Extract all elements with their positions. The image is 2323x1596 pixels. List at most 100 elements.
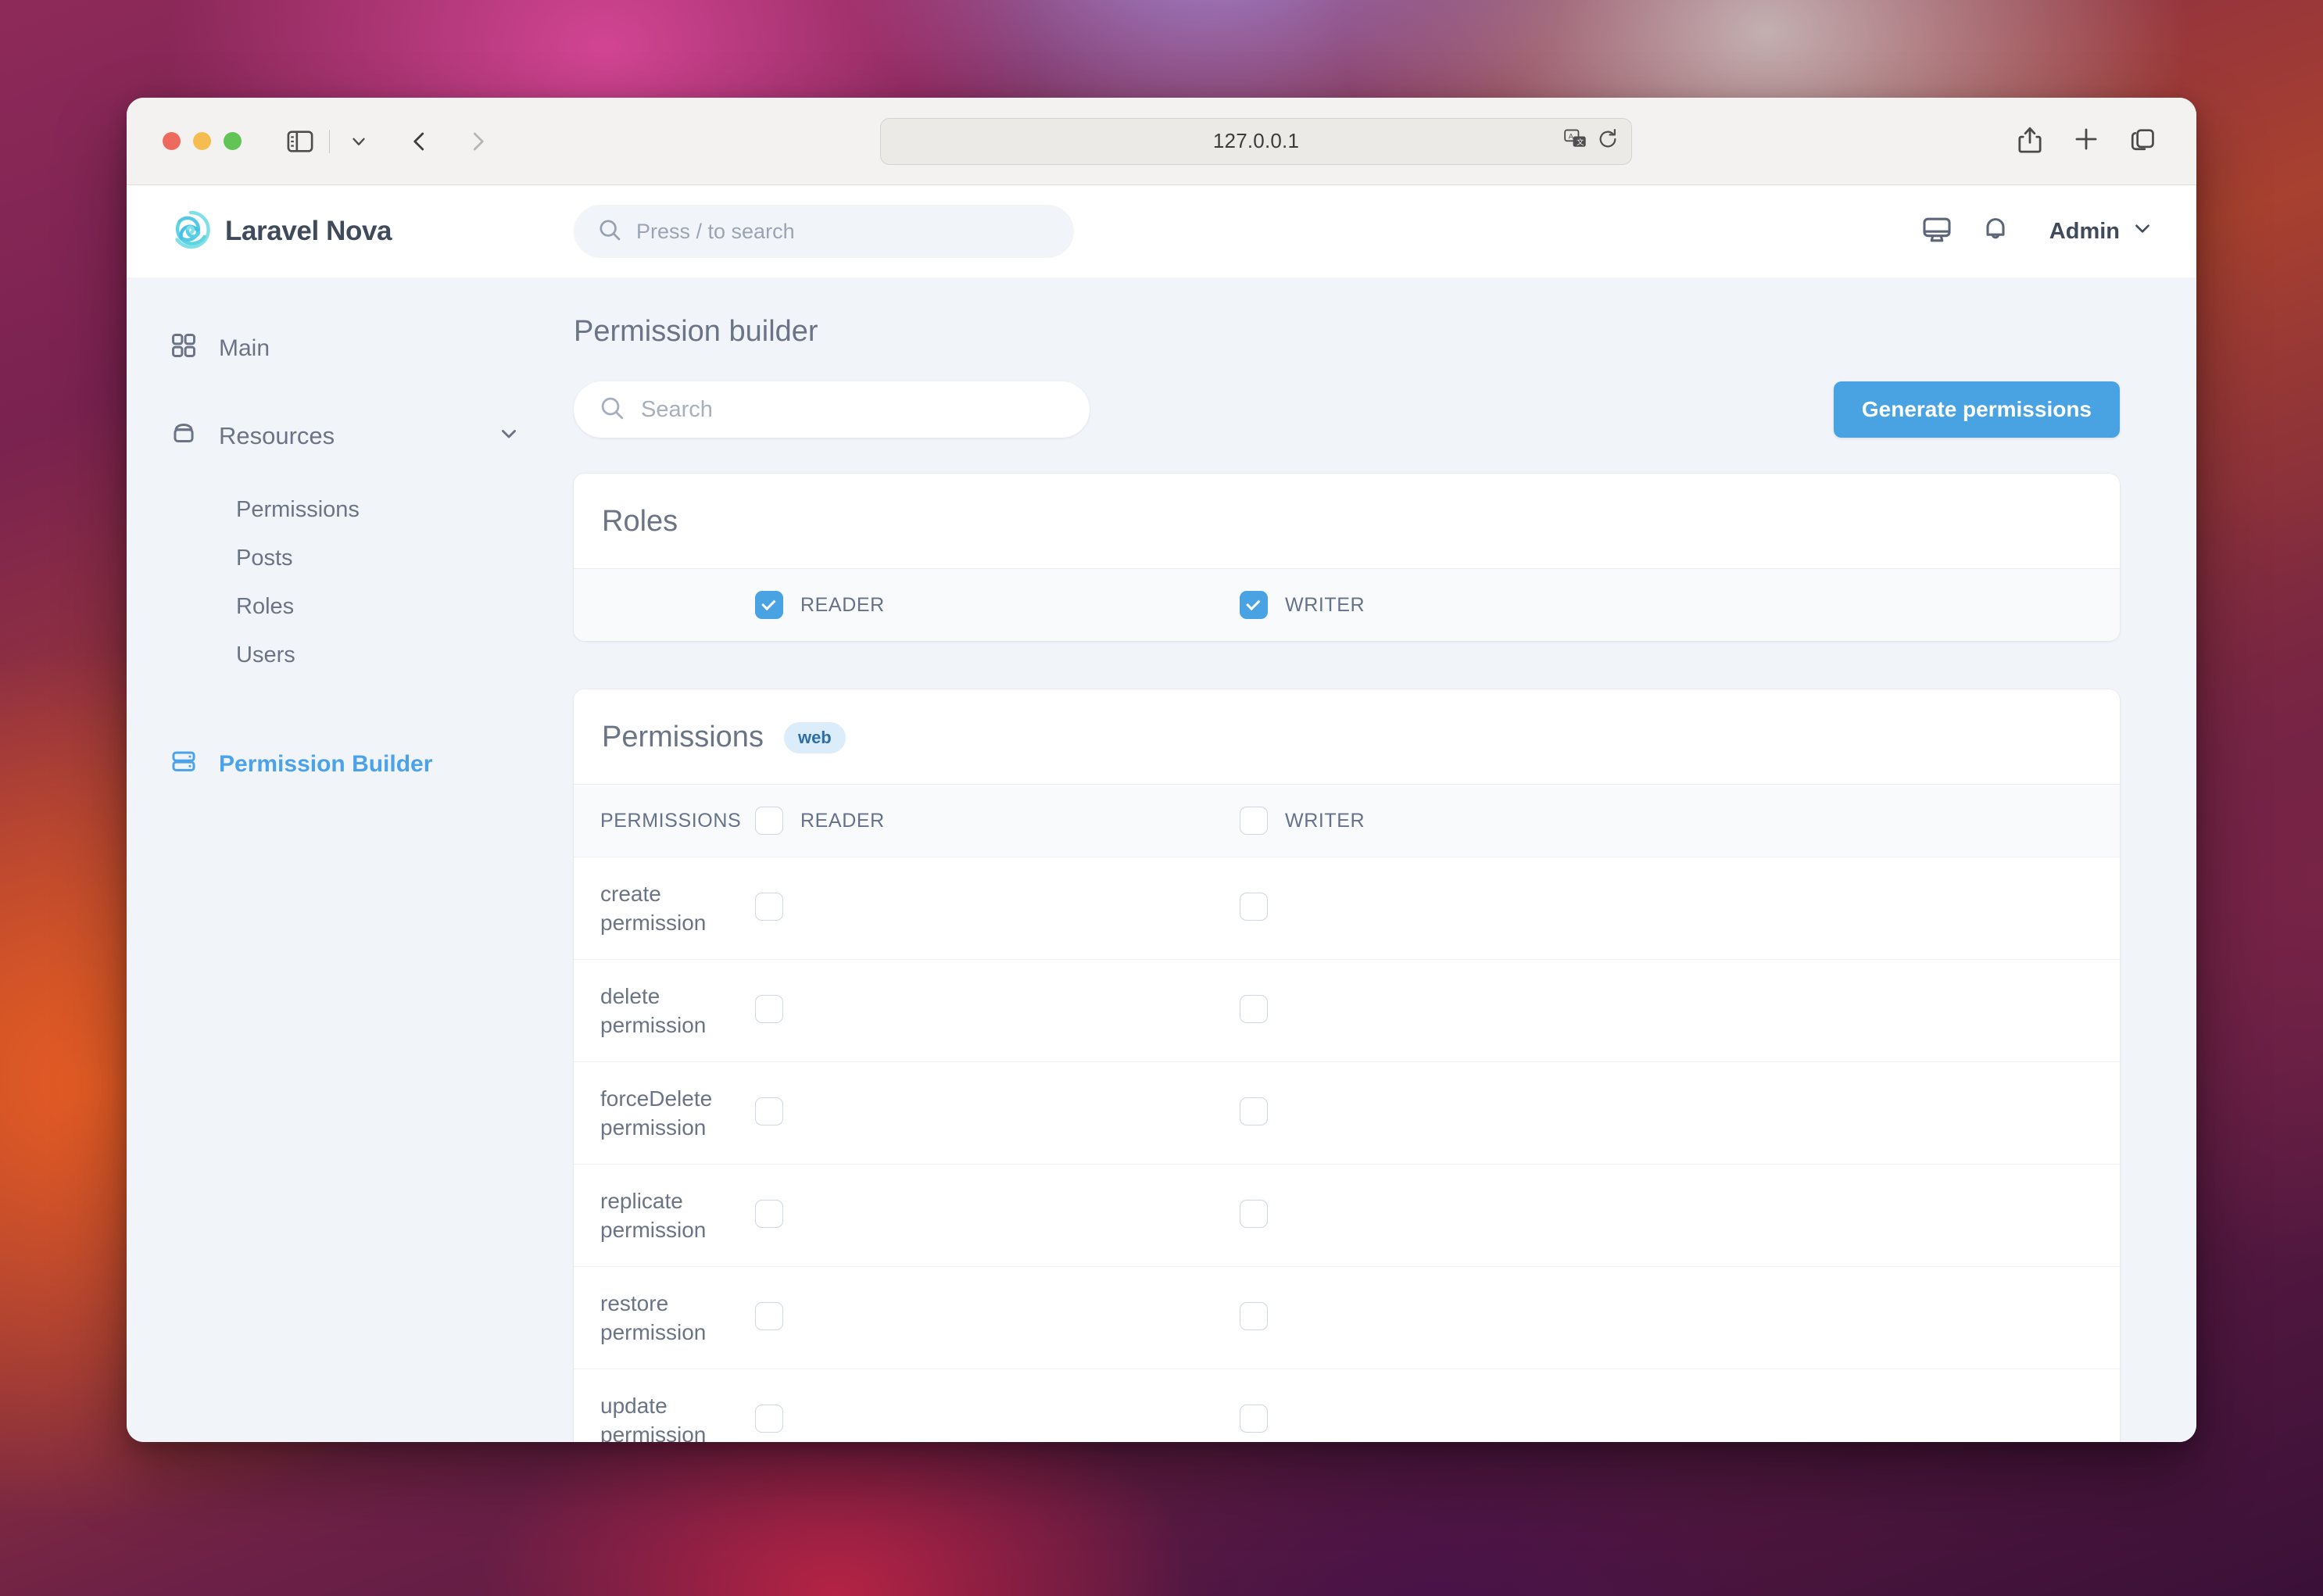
permission-name: delete permission [574, 982, 755, 1040]
reload-icon[interactable] [1597, 128, 1619, 154]
sidebar-item-label: Roles [236, 593, 295, 619]
checkbox-writer[interactable] [1240, 892, 1268, 921]
bell-icon[interactable] [1981, 214, 2010, 249]
global-search-input[interactable]: Press / to search [574, 205, 1074, 258]
permission-name: forceDelete permission [574, 1084, 755, 1142]
permission-writer-cell[interactable] [1240, 892, 2120, 925]
database-icon [170, 420, 197, 453]
close-window-button[interactable] [163, 132, 181, 150]
permission-reader-cell[interactable] [755, 1097, 1240, 1129]
checkbox-writer[interactable] [1240, 1404, 1268, 1433]
address-bar-actions: A 文 [1564, 128, 1619, 154]
sidebar-item-permissions[interactable]: Permissions [127, 485, 564, 534]
sidebar-item-permission-builder[interactable]: Permission Builder [127, 740, 564, 789]
permission-reader-cell[interactable] [755, 994, 1240, 1027]
brand-logo-link[interactable]: Laravel Nova [170, 209, 574, 254]
permission-reader-cell[interactable] [755, 1199, 1240, 1232]
permission-writer-cell[interactable] [1240, 1199, 2120, 1232]
sidebar-item-roles[interactable]: Roles [127, 582, 564, 631]
checkbox-writer[interactable] [1240, 994, 1268, 1023]
table-row: forceDelete permission [574, 1061, 2120, 1164]
permission-reader-cell[interactable] [755, 892, 1240, 925]
column-header-reader-label: READER [800, 809, 885, 832]
chevron-left-icon[interactable] [402, 123, 438, 159]
user-menu-button[interactable]: Admin [2049, 218, 2153, 245]
permission-writer-cell[interactable] [1240, 1404, 2120, 1437]
checkbox-reader[interactable] [755, 892, 783, 921]
checkbox-role-writer[interactable] [1240, 591, 1268, 619]
search-input[interactable]: Search [574, 381, 1090, 438]
checkbox-writer[interactable] [1240, 1301, 1268, 1330]
user-menu-label: Admin [2049, 218, 2120, 244]
role-toggle-writer[interactable]: WRITER [1240, 591, 2120, 619]
table-row: replicate permission [574, 1164, 2120, 1266]
search-icon [599, 395, 625, 425]
permission-writer-cell[interactable] [1240, 994, 2120, 1027]
nova-spiral-logo-icon [170, 209, 211, 254]
checkbox-reader[interactable] [755, 1097, 783, 1125]
brand-name: Laravel Nova [225, 216, 392, 246]
nova-top-nav: Laravel Nova Press / to search Admin [127, 185, 2196, 277]
role-toggle-reader[interactable]: READER [755, 591, 1240, 619]
permission-name-line2: permission [600, 911, 707, 935]
global-search-placeholder: Press / to search [636, 219, 795, 243]
maximize-window-button[interactable] [224, 132, 242, 150]
permission-name-line2: permission [600, 1115, 707, 1140]
permission-writer-cell[interactable] [1240, 1097, 2120, 1129]
permission-name-line1: restore [600, 1290, 669, 1315]
url-text: 127.0.0.1 [1212, 129, 1300, 152]
checkbox-reader[interactable] [755, 994, 783, 1023]
grid-icon [170, 332, 197, 365]
chevron-right-icon [460, 123, 496, 159]
permission-name-line2: permission [600, 1422, 707, 1442]
navigation-controls [282, 123, 496, 159]
permission-name-line1: update [600, 1393, 668, 1418]
sidebar-group-resources[interactable]: Resources [127, 412, 564, 460]
checkbox-select-all-writer[interactable] [1240, 807, 1268, 835]
generate-permissions-button[interactable]: Generate permissions [1833, 381, 2120, 438]
sidebar-toggle-icon[interactable] [282, 123, 318, 159]
plus-icon[interactable] [2073, 126, 2099, 156]
permission-reader-cell[interactable] [755, 1404, 1240, 1437]
address-bar[interactable]: 127.0.0.1 A 文 [880, 117, 1632, 165]
sidebar-item-main[interactable]: Main [127, 324, 564, 373]
chevron-down-icon[interactable] [341, 123, 377, 159]
sidebar-group-label: Resources [219, 422, 335, 449]
checkbox-writer[interactable] [1240, 1097, 1268, 1125]
sidebar-item-posts[interactable]: Posts [127, 534, 564, 582]
sidebar-item-users[interactable]: Users [127, 631, 564, 679]
monitor-icon[interactable] [1921, 214, 1953, 249]
svg-text:文: 文 [1577, 138, 1584, 146]
checkbox-reader[interactable] [755, 1199, 783, 1228]
table-row: delete permission [574, 959, 2120, 1061]
chevron-down-icon[interactable] [497, 421, 521, 451]
role-label-reader: READER [800, 593, 885, 616]
safari-browser-window: 127.0.0.1 A 文 Laravel Nova Press / to se… [127, 98, 2196, 1442]
sidebar-item-label: Main [219, 335, 270, 361]
roles-card-header: Roles [574, 474, 2120, 568]
permission-reader-cell[interactable] [755, 1301, 1240, 1334]
minimize-window-button[interactable] [193, 132, 211, 150]
share-icon[interactable] [2017, 124, 2043, 158]
tabs-icon[interactable] [2129, 126, 2156, 156]
checkbox-select-all-reader[interactable] [755, 807, 783, 835]
chevron-down-icon [2132, 218, 2153, 245]
checkbox-reader[interactable] [755, 1404, 783, 1433]
checkbox-writer[interactable] [1240, 1199, 1268, 1228]
nova-nav-actions: Admin [1921, 214, 2153, 249]
checkbox-role-reader[interactable] [755, 591, 783, 619]
translate-icon[interactable]: A 文 [1564, 129, 1587, 153]
checkbox-reader[interactable] [755, 1301, 783, 1330]
permission-writer-cell[interactable] [1240, 1301, 2120, 1334]
roles-card: Roles READER WRITER [574, 474, 2120, 641]
permission-name: replicate permission [574, 1186, 755, 1244]
sidebar-nav: Main Resources Permissions Posts Roles U… [127, 277, 564, 1442]
column-header-reader[interactable]: READER [755, 807, 1240, 835]
search-icon [597, 217, 622, 246]
column-header-writer[interactable]: WRITER [1240, 807, 2120, 835]
page-title: Permission builder [574, 315, 818, 348]
desktop-wallpaper: 127.0.0.1 A 文 Laravel Nova Press / to se… [0, 0, 2323, 1596]
roles-selection-row: READER WRITER [574, 568, 2120, 641]
